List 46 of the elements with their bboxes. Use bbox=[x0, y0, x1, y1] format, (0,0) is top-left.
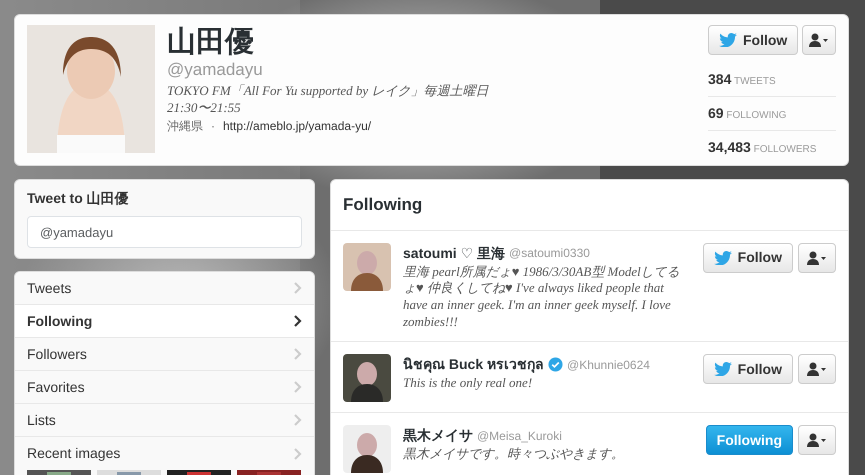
chevron-icon bbox=[294, 315, 302, 327]
user-handle: @satoumi0330 bbox=[509, 245, 590, 262]
nav-item[interactable]: Followers bbox=[15, 338, 314, 371]
chevron-icon bbox=[294, 348, 302, 360]
user-menu-icon bbox=[809, 33, 830, 47]
nav-item[interactable]: Lists bbox=[15, 404, 314, 437]
user-bio: 黒木メイサです。時々つぶやきます。 bbox=[403, 446, 625, 463]
user-actions-button[interactable] bbox=[802, 25, 836, 55]
user-actions-button[interactable] bbox=[798, 425, 836, 456]
user-bio: This is the only real one! bbox=[403, 375, 534, 392]
follow-button[interactable]: Follow bbox=[702, 354, 793, 384]
follow-button[interactable]: Follow bbox=[702, 242, 793, 272]
separator-dot: · bbox=[211, 118, 215, 135]
chevron-icon bbox=[294, 282, 302, 294]
user-name: 黒木メイサ bbox=[403, 426, 473, 446]
panel-title: Following bbox=[331, 180, 848, 230]
user-handle: @Meisa_Kuroki bbox=[477, 428, 562, 445]
user-bio: 里海 pearl所属だょ♥ 1986/3/30AB型 Modelしてるょ♥ 仲良くしてね♥ I've always liked people that have an inner geek. I'm an inner geek myself. I love zombies!!! bbox=[403, 264, 681, 332]
tweet-to-title: Tweet to 山田優 bbox=[27, 189, 130, 208]
bird-icon bbox=[714, 250, 732, 264]
stat-link[interactable]: 384 TWEETS bbox=[708, 76, 776, 87]
profile-bio: TOKYO FM「All For Yu supported by レイク」毎週土曜日 21:30〜21:55 bbox=[167, 82, 490, 117]
user-name: นิชคุณ Buck หรเวชกุล bbox=[403, 355, 544, 375]
stat-link[interactable]: 34,483 FOLLOWERS bbox=[708, 144, 816, 155]
user-menu-icon bbox=[807, 433, 827, 448]
bird-icon bbox=[719, 33, 737, 47]
user-menu-icon bbox=[807, 362, 827, 376]
nav-item[interactable]: Recent images bbox=[15, 437, 314, 470]
user-actions-button[interactable] bbox=[798, 242, 836, 272]
follow-button[interactable]: Follow bbox=[708, 25, 798, 55]
nav-item[interactable]: Favorites bbox=[15, 371, 314, 404]
user-name: satoumi ♡ 里海 bbox=[403, 244, 506, 262]
user-handle: @Khunnie0624 bbox=[567, 356, 650, 374]
user-menu-icon bbox=[807, 250, 827, 264]
profile-handle: @yamadayu bbox=[167, 59, 264, 82]
chevron-icon bbox=[294, 414, 302, 426]
profile-url-link[interactable]: http://ameblo.jp/yamada-yu/ bbox=[223, 116, 372, 135]
user-actions-button[interactable] bbox=[798, 354, 836, 384]
stat-link[interactable]: 69 FOLLOWING bbox=[708, 110, 786, 121]
bird-icon bbox=[714, 362, 732, 376]
profile-name: 山田優 bbox=[167, 27, 255, 58]
nav-item[interactable]: Tweets bbox=[15, 272, 314, 305]
profile-location: 沖縄県 bbox=[167, 118, 203, 135]
chevron-icon bbox=[294, 381, 302, 393]
tweet-input-field[interactable]: @yamadayu bbox=[27, 216, 302, 248]
chevron-icon bbox=[294, 448, 302, 460]
